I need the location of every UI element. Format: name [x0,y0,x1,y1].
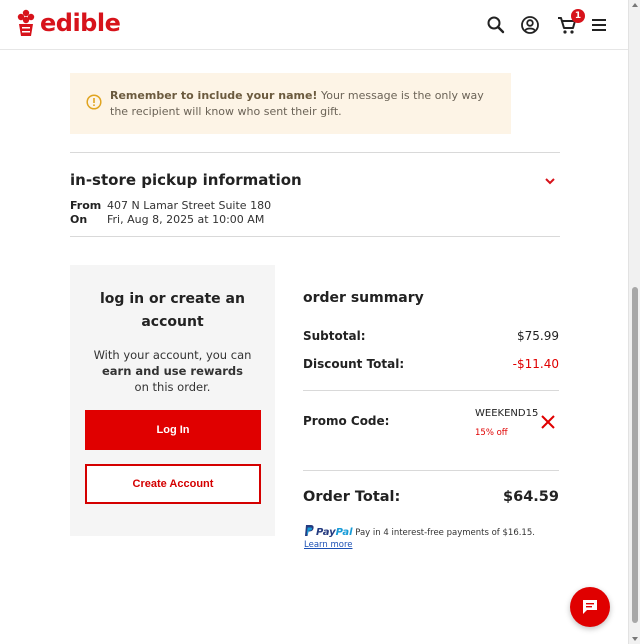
account-icon[interactable] [519,14,541,36]
scroll-down-arrow-icon[interactable] [632,637,638,641]
login-button[interactable]: Log In [85,410,261,450]
chevron-down-icon[interactable] [543,175,557,187]
order-total-label: Order Total: [303,489,401,505]
chat-button[interactable] [570,587,610,627]
paypal-installments-text: Pay in 4 interest-free payments of $16.1… [352,528,535,538]
login-panel: log in or create an account With your ac… [70,265,275,536]
paypal-logo-pay: Pay [316,527,336,538]
paypal-message: PayPal Pay in 4 interest-free payments o… [304,525,535,538]
pickup-on-label: On [70,213,88,226]
subtotal-row: Subtotal: $75.99 [303,329,559,343]
remove-promo-close-icon[interactable] [540,414,556,430]
site-header: edible 1 [0,0,628,50]
order-total-value: $64.59 [503,489,559,505]
pickup-address: 407 N Lamar Street Suite 180 [107,199,272,212]
paypal-icon [305,525,314,536]
login-desc-line-2: on this order. [134,380,211,394]
chat-icon [583,600,597,614]
divider [70,152,560,153]
order-summary-title: order summary [303,290,424,306]
page-scrollbar[interactable] [628,0,640,644]
divider [303,470,559,471]
scrollbar-thumb[interactable] [632,287,638,623]
pickup-from-row: From 407 N Lamar Street Suite 180 [70,199,271,212]
pickup-info-title: in-store pickup information [70,171,302,189]
order-total-row: Order Total: $64.59 [303,489,559,505]
cart-icon[interactable]: 1 [556,9,585,36]
learn-more-link[interactable]: Learn more [304,540,352,550]
name-reminder-notice: Remember to include your name! Your mess… [70,73,511,134]
paypal-logo-pal: Pal [335,527,353,538]
discount-label: Discount Total: [303,357,405,371]
scroll-up-arrow-icon[interactable] [632,3,638,7]
menu-icon[interactable] [588,14,610,36]
discount-row: Discount Total: -$11.40 [303,357,559,371]
divider [303,390,559,391]
logo-text: edible [40,9,121,37]
notice-text: Remember to include your name! Your mess… [110,88,497,120]
notice-bold-text: Remember to include your name! [110,89,318,102]
subtotal-value: $75.99 [517,329,559,343]
pickup-on-row: On Fri, Aug 8, 2025 at 10:00 AM [70,213,264,226]
warning-icon [86,94,102,110]
pickup-datetime: Fri, Aug 8, 2025 at 10:00 AM [107,213,265,226]
login-title: log in or create an account [100,291,245,330]
login-desc-bold: earn and use rewards [101,364,244,378]
cart-count-badge: 1 [571,9,585,23]
pickup-from-label: From [70,199,102,212]
divider [70,236,560,237]
promo-discount-desc: 15% off [475,428,508,438]
discount-value: -$11.40 [512,357,559,371]
search-icon[interactable] [485,14,507,36]
paypal-logo: PayPal [316,527,353,538]
login-description: With your account, you can earn and use … [70,347,275,395]
login-desc-line-1: With your account, you can [93,348,252,362]
subtotal-label: Subtotal: [303,329,366,343]
promo-code-value: WEEKEND15 [475,408,539,419]
create-account-button[interactable]: Create Account [85,464,261,504]
fruit-bouquet-icon [17,9,35,36]
promo-code-label: Promo Code: [303,414,390,428]
edible-logo[interactable]: edible [16,9,121,37]
